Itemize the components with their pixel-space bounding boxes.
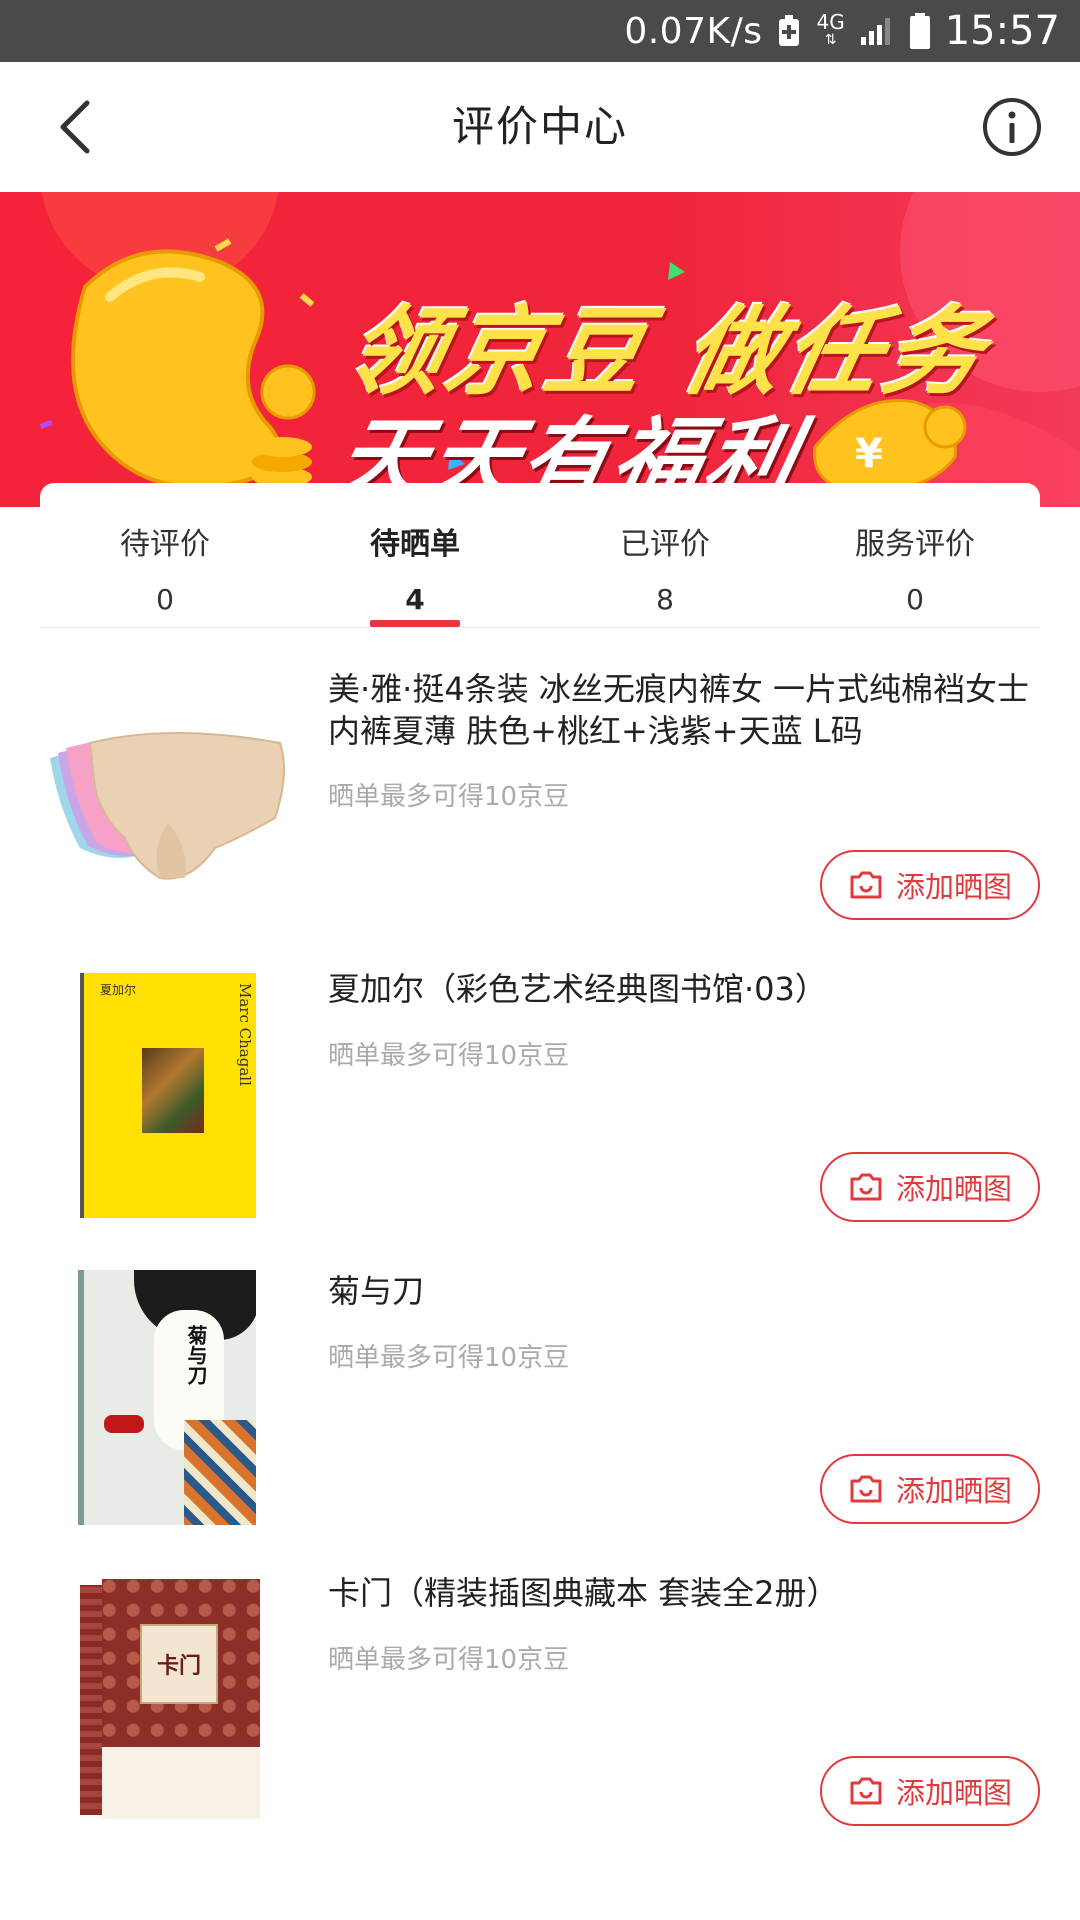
network-type-4g: 4G ⇅ [816,10,845,48]
book-cover-red-mark [104,1414,144,1433]
product-title[interactable]: 夏加尔（彩色艺术经典图书馆·03） [328,968,1040,1010]
list-item: 卡门 卡门（精装插图典藏本 套装全2册） 晒单最多可得10京豆 添加晒图 [0,1534,1080,1836]
info-icon [983,98,1041,156]
pending-photo-list: 美·雅·挺4条装 冰丝无痕内裤女 一片式纯棉裆女士内裤夏薄 肤色+桃红+浅紫+天… [0,628,1080,1836]
tab-label: 待晒单 [370,527,460,562]
product-title[interactable]: 美·雅·挺4条装 冰丝无痕内裤女 一片式纯棉裆女士内裤夏薄 肤色+桃红+浅紫+天… [328,668,1040,752]
battery-saver-icon [776,14,802,48]
list-item: 菊与刀 菊与刀 晒单最多可得10京豆 添加晒图 [0,1232,1080,1534]
tab-count: 4 [405,583,425,616]
tab-count: 0 [906,583,924,616]
add-photo-button[interactable]: 添加晒图 [820,1152,1040,1222]
add-photo-label: 添加晒图 [895,1474,1012,1508]
book-cover-front: 卡门 [102,1579,260,1819]
svg-text:¥: ¥ [855,431,883,477]
tab-count: 0 [156,583,174,616]
add-photo-label: 添加晒图 [895,1776,1012,1810]
bean-reward-hint: 晒单最多可得10京豆 [328,1041,570,1071]
active-tab-indicator [370,620,460,627]
book-cover-cn-title: 卡门 [156,1653,201,1679]
book-cover-cn-title: 夏加尔 [100,982,137,997]
net-speed: 0.07K/s [624,10,763,52]
add-photo-button[interactable]: 添加晒图 [820,850,1040,920]
bean-reward-hint: 晒单最多可得10京豆 [328,1343,570,1373]
tab-count: 8 [656,583,674,616]
book-cover-painting [142,1047,204,1133]
review-tabs: 待评价 0 待晒单 4 已评价 8 服务评价 0 [40,483,1040,628]
tab-service-review[interactable]: 服务评价 0 [790,483,1040,627]
tab-label: 服务评价 [855,527,975,562]
book-cover-cn-title: 菊与刀 [184,1324,208,1385]
status-bar: 0.07K/s 4G ⇅ 15:57 [0,0,1080,62]
product-image[interactable]: 菊与刀 [40,1267,300,1527]
tab-reviewed[interactable]: 已评价 8 [540,483,790,627]
add-photo-button[interactable]: 添加晒图 [820,1756,1040,1826]
nav-header: 评价中心 [0,62,1080,192]
tab-label: 已评价 [620,527,710,562]
battery-icon [909,12,931,50]
book-cover-en-title: Marc Chagall [236,982,254,1086]
list-item: 夏加尔 Marc Chagall 夏加尔（彩色艺术经典图书馆·03） 晒单最多可… [0,930,1080,1232]
product-image[interactable] [40,668,300,928]
product-title[interactable]: 卡门（精装插图典藏本 套装全2册） [328,1572,1040,1614]
camera-icon [848,1171,884,1203]
book-cover-chagall: 夏加尔 Marc Chagall [84,972,256,1218]
info-button[interactable] [980,95,1044,159]
product-title[interactable]: 菊与刀 [328,1270,1040,1312]
tab-label: 待评价 [120,527,210,562]
camera-icon [848,1775,884,1807]
list-item: 美·雅·挺4条装 冰丝无痕内裤女 一片式纯棉裆女士内裤夏薄 肤色+桃红+浅紫+天… [0,628,1080,930]
camera-icon [848,1473,884,1505]
book-cover-pattern [184,1419,256,1525]
book-cover-chrysanthemum-sword: 菊与刀 [84,1269,256,1525]
camera-icon [848,869,884,901]
add-photo-label: 添加晒图 [895,1172,1012,1206]
page-title: 评价中心 [451,102,628,151]
tab-pending-photo[interactable]: 待晒单 4 [290,483,540,627]
bean-reward-hint: 晒单最多可得10京豆 [328,1645,570,1675]
product-image[interactable]: 卡门 [40,1569,300,1829]
underwear-product-image [50,732,285,880]
signal-icon [859,15,895,47]
clock: 15:57 [944,8,1060,54]
tab-pending-review[interactable]: 待评价 0 [40,483,290,627]
add-photo-button[interactable]: 添加晒图 [820,1454,1040,1524]
book-cover-label: 卡门 [140,1624,218,1704]
promo-banner[interactable]: ¥ 领京豆 做任务 天天有福利 [0,192,1080,507]
book-cover-bottom-band [102,1747,260,1819]
book-cover-carmen: 卡门 [80,1579,260,1819]
product-image[interactable]: 夏加尔 Marc Chagall [40,965,300,1225]
add-photo-label: 添加晒图 [895,870,1012,904]
bean-reward-hint: 晒单最多可得10京豆 [328,782,570,812]
